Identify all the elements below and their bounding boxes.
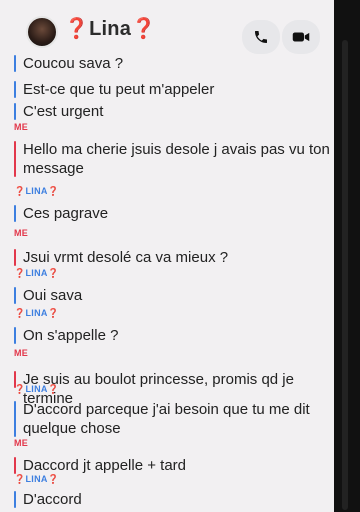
avatar[interactable] <box>26 16 58 48</box>
message-side-bar <box>14 287 16 304</box>
message-sender: ME <box>14 438 29 448</box>
message-side-bar <box>14 205 16 222</box>
message-text: Est-ce que tu peut m'appeler <box>23 81 215 98</box>
message-text: Hello ma cherie jsuis desole j avais pas… <box>23 141 330 177</box>
message-sender: ❓LINA❓ <box>14 268 60 278</box>
message-sender: ❓LINA❓ <box>14 384 60 394</box>
message-sender: ME <box>14 122 29 132</box>
device-edge <box>334 0 360 512</box>
message-sender: ❓LINA❓ <box>14 186 60 196</box>
message-side-bar <box>14 249 16 266</box>
video-camera-icon <box>292 32 310 42</box>
message-side-bar <box>14 141 16 177</box>
chat-header: ❓Lina❓ <box>0 6 334 54</box>
message-text: D'accord <box>23 491 82 508</box>
message-text: On s'appelle ? <box>23 327 119 344</box>
message-text: Coucou sava ? <box>23 55 124 72</box>
message-sender: ❓LINA❓ <box>14 308 60 318</box>
message-text: D'accord parceque j'ai besoin que tu me … <box>23 401 310 437</box>
message-text: Oui sava <box>23 287 83 304</box>
message-sender: ME <box>14 228 29 238</box>
message-side-bar <box>14 103 16 120</box>
message-text: Daccord jt appelle + tard <box>23 457 187 474</box>
message-side-bar <box>14 491 16 508</box>
message-text: Jsui vrmt desolé ca va mieux ? <box>23 249 229 266</box>
message-side-bar <box>14 401 16 437</box>
message-sender: ❓LINA❓ <box>14 474 60 484</box>
message-side-bar <box>14 81 16 98</box>
call-button[interactable] <box>242 20 280 54</box>
contact-name[interactable]: ❓Lina❓ <box>64 16 156 41</box>
chat-screen: ❓Lina❓ Coucou sava ? Est-ce que tu peut m… <box>0 0 334 512</box>
message-sender: ME <box>14 348 29 358</box>
phone-icon <box>255 31 267 43</box>
video-call-button[interactable] <box>282 20 320 54</box>
message-side-bar <box>14 457 16 474</box>
message-side-bar <box>14 55 16 72</box>
message-text: Ces pagrave <box>23 205 109 222</box>
message-side-bar <box>14 327 16 344</box>
message-text: C'est urgent <box>23 103 104 120</box>
